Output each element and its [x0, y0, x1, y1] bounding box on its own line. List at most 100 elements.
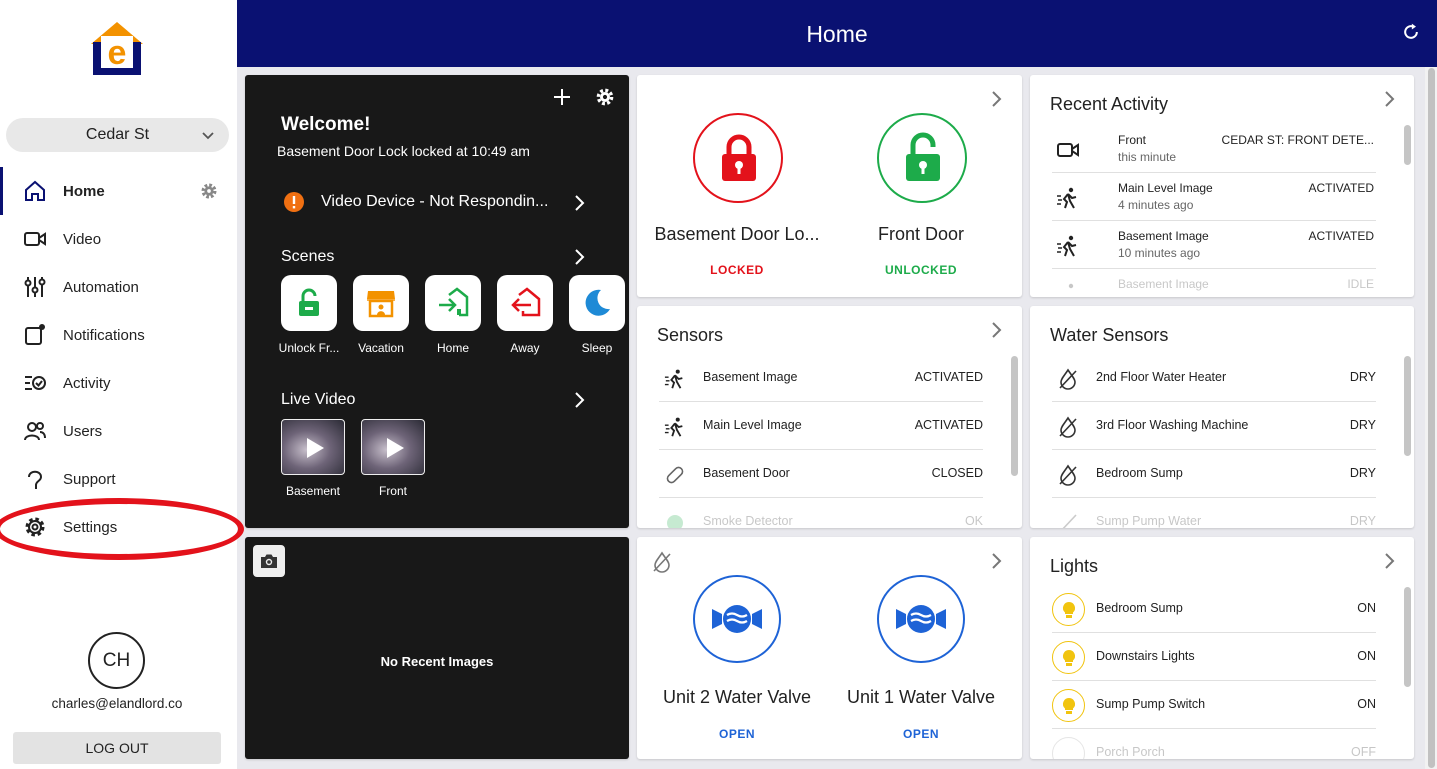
property-selector[interactable]: Cedar St	[6, 118, 229, 152]
camera-icon	[261, 554, 277, 568]
scene-home[interactable]	[425, 275, 481, 331]
light-toggle[interactable]	[1052, 641, 1085, 674]
logout-button[interactable]: LOG OUT	[13, 732, 221, 764]
water-sensor-name: 2nd Floor Water Heater	[1096, 370, 1227, 384]
nav-notifications[interactable]: Notifications	[0, 311, 237, 359]
nav-users[interactable]: Users	[0, 407, 237, 455]
chevron-right-icon[interactable]	[1383, 551, 1397, 571]
activity-name: Basement Image	[1118, 277, 1209, 291]
chevron-right-icon[interactable]	[1383, 89, 1397, 109]
avatar-initials: CH	[102, 649, 131, 671]
water-sensor-row[interactable]: Bedroom Sump DRY	[1052, 450, 1376, 498]
water-drop-off-icon	[1062, 514, 1077, 528]
water-sensor-row[interactable]: Sump Pump Water DRY	[1052, 498, 1376, 528]
moon-icon	[585, 289, 610, 316]
scene-label: Vacation	[358, 341, 404, 355]
camera-button[interactable]	[253, 545, 285, 577]
chevron-right-icon[interactable]	[990, 89, 1004, 109]
activity-row[interactable]: Front this minute CEDAR ST: FRONT DETE..…	[1052, 125, 1376, 173]
water-drop-off-icon	[1059, 464, 1077, 486]
lock-name: Basement Door Lo...	[654, 224, 820, 244]
lights-scrollbar[interactable]	[1404, 587, 1411, 687]
activity-status: ACTIVATED	[1308, 229, 1374, 243]
sensor-name: Smoke Detector	[703, 514, 793, 528]
live-video-title: Live Video	[281, 391, 356, 408]
home-leave-icon	[511, 287, 541, 317]
video-label: Basement	[285, 484, 341, 498]
refresh-icon[interactable]	[1401, 22, 1421, 42]
water-sensor-row[interactable]: 2nd Floor Water Heater DRY	[1052, 354, 1376, 402]
light-row[interactable]: Downstairs Lights ON	[1052, 633, 1376, 681]
water-sensor-status: DRY	[1349, 514, 1376, 528]
scene-label: Home	[436, 341, 469, 355]
elandlord-logo[interactable]: e	[89, 20, 145, 76]
avatar[interactable]: CH	[88, 632, 145, 689]
lock-basement-button[interactable]	[693, 113, 783, 203]
activity-icon	[25, 376, 46, 390]
light-row[interactable]: Porch Porch OFF	[1052, 729, 1376, 759]
video-thumbnail-basement[interactable]	[281, 419, 345, 475]
user-email: charles@elandlord.co	[51, 696, 183, 711]
motion-icon	[664, 369, 683, 389]
nav-home[interactable]: Home	[0, 167, 237, 215]
scene-label: Away	[510, 341, 540, 355]
nav-activity[interactable]: Activity	[0, 359, 237, 407]
water-sensors-scrollbar[interactable]	[1404, 356, 1411, 456]
page-scrollbar[interactable]	[1428, 68, 1435, 768]
activity-row[interactable]: Basement Image 10 minutes ago ACTIVATED	[1052, 221, 1376, 269]
sensor-name: Basement Door	[703, 466, 790, 480]
chevron-right-icon[interactable]	[573, 390, 587, 410]
locks-card: Basement Door Lo... LOCKED Front Door UN…	[637, 75, 1022, 297]
motion-icon	[1057, 187, 1077, 209]
sensor-row[interactable]: Basement Door CLOSED	[659, 450, 983, 498]
valve-unit1-button[interactable]	[877, 575, 965, 663]
nav-automation-label: Automation	[63, 278, 139, 296]
light-toggle[interactable]	[1052, 689, 1085, 722]
play-icon	[307, 438, 324, 458]
gear-icon[interactable]	[595, 87, 615, 107]
lock-front-door-button[interactable]	[877, 113, 967, 203]
nav-support[interactable]: Support	[0, 455, 237, 503]
chevron-right-icon[interactable]	[990, 320, 1004, 340]
gear-icon	[25, 517, 45, 537]
scene-unlock-front[interactable]	[281, 275, 337, 331]
unlock-icon	[299, 288, 319, 316]
water-sensors-title: Water Sensors	[1050, 325, 1169, 345]
sensor-row[interactable]: Main Level Image ACTIVATED	[659, 402, 983, 450]
activity-status: ACTIVATED	[1308, 181, 1374, 195]
water-drop-off-icon	[653, 551, 671, 573]
activity-name: Main Level Image	[1118, 181, 1213, 195]
nav-settings[interactable]: Settings	[0, 503, 237, 551]
gear-icon[interactable]	[199, 181, 219, 201]
sensors-scrollbar[interactable]	[1011, 356, 1018, 476]
scene-sleep[interactable]	[569, 275, 625, 331]
sensor-status: ACTIVATED	[914, 370, 983, 384]
activity-row[interactable]: Basement Image IDLE	[1052, 269, 1376, 297]
lock-icon	[722, 134, 756, 181]
chevron-right-icon[interactable]	[990, 551, 1004, 571]
sliders-icon	[24, 277, 46, 297]
light-row[interactable]: Sump Pump Switch ON	[1052, 681, 1376, 729]
scene-vacation[interactable]	[353, 275, 409, 331]
light-toggle[interactable]	[1052, 593, 1085, 626]
activity-scrollbar[interactable]	[1404, 125, 1411, 165]
video-camera-icon	[24, 232, 46, 246]
water-sensor-row[interactable]: 3rd Floor Washing Machine DRY	[1052, 402, 1376, 450]
chevron-right-icon[interactable]	[573, 247, 587, 267]
water-sensor-status: DRY	[1349, 466, 1376, 480]
nav-video[interactable]: Video	[0, 215, 237, 263]
sensor-row[interactable]: Smoke Detector OK	[659, 498, 983, 528]
activity-row[interactable]: Main Level Image 4 minutes ago ACTIVATED	[1052, 173, 1376, 221]
valve-unit2-button[interactable]	[693, 575, 781, 663]
activity-time: this minute	[1118, 150, 1177, 164]
scene-away[interactable]	[497, 275, 553, 331]
sensors-title: Sensors	[657, 325, 724, 345]
light-row[interactable]: Bedroom Sump ON	[1052, 585, 1376, 633]
scenes-title: Scenes	[281, 248, 335, 265]
nav-automation[interactable]: Automation	[0, 263, 237, 311]
video-thumbnail-front[interactable]	[361, 419, 425, 475]
light-toggle[interactable]	[1052, 737, 1085, 759]
light-bulb-icon	[1062, 697, 1076, 714]
sensor-row[interactable]: Basement Image ACTIVATED	[659, 354, 983, 402]
add-icon[interactable]	[553, 88, 571, 106]
